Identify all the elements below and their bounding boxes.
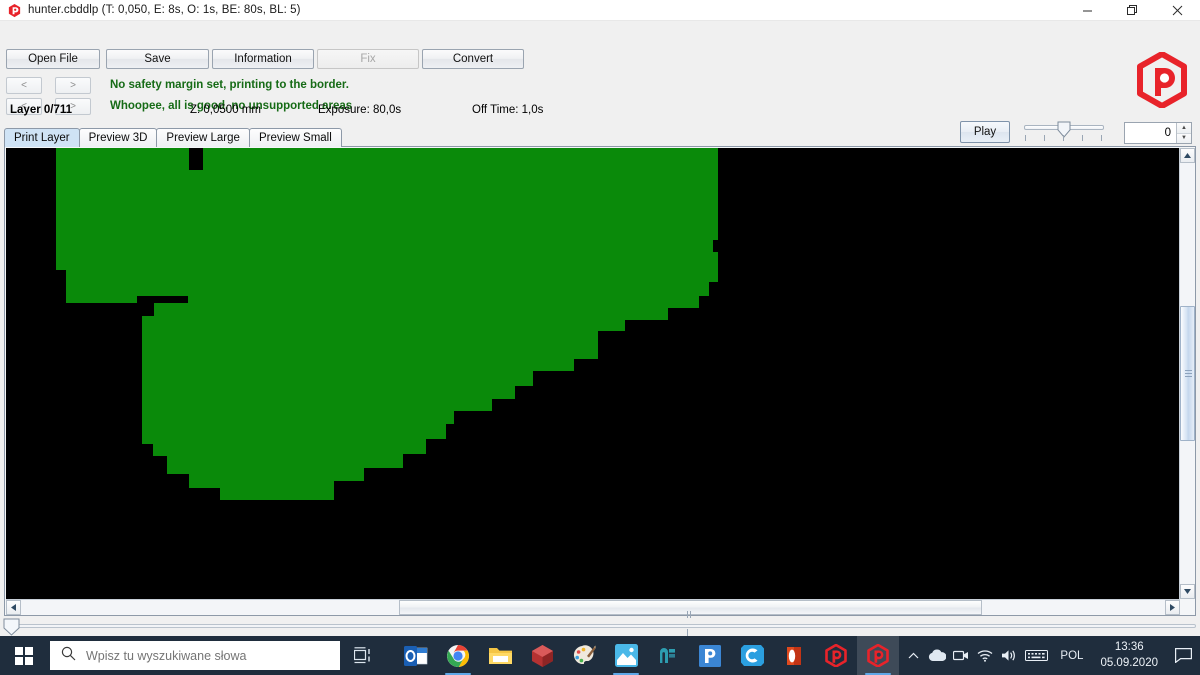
taskbar-app-prusaslicer[interactable] — [689, 636, 731, 675]
layer-scrub-rail — [10, 624, 1196, 628]
wifi-icon[interactable] — [973, 636, 997, 675]
fix-button: Fix — [317, 49, 419, 69]
prev-issue-button[interactable]: < — [6, 77, 42, 94]
zoom-slider-ticks — [1024, 135, 1104, 141]
zoom-slider[interactable] — [1024, 121, 1104, 147]
z-height-label: Z: 0,0500 mm — [190, 104, 261, 116]
task-view-button[interactable] — [340, 636, 386, 675]
taskbar-app-photos[interactable] — [605, 636, 647, 675]
search-icon — [61, 646, 76, 666]
layer-index-label: Layer 0/711 — [10, 104, 73, 116]
clock-time: 13:36 — [1114, 640, 1144, 653]
close-button[interactable] — [1155, 0, 1200, 21]
action-center-icon[interactable] — [1166, 636, 1200, 675]
app-icon — [6, 2, 22, 18]
layer-slice-image — [6, 148, 1180, 599]
off-time-label: Off Time: 1,0s — [472, 104, 544, 116]
taskbar-apps — [395, 636, 899, 675]
layer-canvas[interactable] — [6, 148, 1180, 599]
layer-viewport[interactable] — [4, 146, 1196, 636]
taskbar-app-3d-builder[interactable] — [521, 636, 563, 675]
taskbar-app-uvtools-active[interactable] — [857, 636, 899, 675]
save-button[interactable]: Save — [106, 49, 209, 69]
search-input[interactable] — [86, 648, 316, 663]
layer-scrub-thumb[interactable] — [3, 618, 20, 636]
vertical-scroll-thumb[interactable] — [1180, 306, 1195, 442]
taskbar-app-paint-3d[interactable] — [563, 636, 605, 675]
horizontal-scroll-grip — [687, 605, 694, 636]
exposure-label: Exposure: 80,0s — [318, 104, 402, 116]
windows-taskbar: POL 13:36 05.09.2020 — [0, 636, 1200, 675]
system-tray: POL 13:36 05.09.2020 — [901, 636, 1200, 675]
taskbar-app-nanodlp[interactable] — [647, 636, 689, 675]
layer-scrub-slider[interactable] — [2, 618, 1198, 636]
tab-preview-3d[interactable]: Preview 3D — [78, 128, 158, 147]
show-hidden-icons-button[interactable] — [901, 636, 925, 675]
spinner-arrows: ▲ ▼ — [1176, 123, 1191, 143]
language-indicator[interactable]: POL — [1051, 636, 1092, 675]
layer-info-bar: Layer 0/711 Z: 0,0500 mm Exposure: 80,0s… — [0, 104, 1200, 124]
spinner-up-button[interactable]: ▲ — [1177, 123, 1191, 134]
open-file-button[interactable]: Open File — [6, 49, 100, 69]
information-button[interactable]: Information — [212, 49, 314, 69]
taskbar-search[interactable] — [50, 641, 340, 670]
play-button[interactable]: Play — [960, 121, 1010, 143]
horizontal-scrollbar[interactable] — [6, 599, 1180, 636]
taskbar-app-chitubox[interactable] — [731, 636, 773, 675]
clock[interactable]: 13:36 05.09.2020 — [1092, 636, 1166, 675]
keyboard-icon[interactable] — [1021, 636, 1051, 675]
taskbar-app-chrome[interactable] — [437, 636, 479, 675]
minimize-button[interactable] — [1065, 0, 1110, 21]
vertical-scroll-grip — [1185, 369, 1192, 378]
tab-preview-large[interactable]: Preview Large — [156, 128, 250, 147]
maximize-restore-button[interactable] — [1110, 0, 1155, 21]
taskbar-app-lychee-slicer[interactable] — [773, 636, 815, 675]
vertical-scrollbar[interactable] — [1179, 148, 1195, 599]
scroll-down-button[interactable] — [1180, 584, 1195, 599]
taskbar-app-outlook[interactable] — [395, 636, 437, 675]
spinner-down-button[interactable]: ▼ — [1177, 133, 1191, 143]
window-title: hunter.cbddlp (T: 0,050, E: 8s, O: 1s, B… — [28, 4, 301, 16]
title-bar: hunter.cbddlp (T: 0,050, E: 8s, O: 1s, B… — [0, 0, 1200, 21]
preview-tabs: Print Layer Preview 3D Preview Large Pre… — [4, 128, 342, 147]
volume-icon[interactable] — [997, 636, 1021, 675]
onedrive-icon[interactable] — [925, 636, 949, 675]
tab-preview-small[interactable]: Preview Small — [248, 128, 342, 147]
device-icon[interactable] — [949, 636, 973, 675]
horizontal-scroll-thumb[interactable] — [398, 600, 982, 636]
clock-date: 05.09.2020 — [1100, 656, 1158, 669]
tab-print-layer[interactable]: Print Layer — [4, 128, 80, 147]
taskbar-app-uvtools[interactable] — [815, 636, 857, 675]
uvtools-window: hunter.cbddlp (T: 0,050, E: 8s, O: 1s, B… — [0, 0, 1200, 675]
uvtools-logo — [1136, 51, 1188, 109]
scroll-up-button[interactable] — [1180, 148, 1195, 163]
convert-button[interactable]: Convert — [422, 49, 524, 69]
safety-margin-status: No safety margin set, printing to the bo… — [110, 79, 349, 91]
scroll-right-button[interactable] — [1165, 600, 1180, 615]
start-button[interactable] — [0, 636, 48, 675]
window-controls — [1065, 0, 1200, 21]
next-issue-button[interactable]: > — [55, 77, 91, 94]
scroll-left-button[interactable] — [6, 600, 21, 615]
layer-number-spinner[interactable]: 0 ▲ ▼ — [1124, 122, 1192, 144]
layer-number-value[interactable]: 0 — [1125, 123, 1176, 143]
taskbar-app-file-explorer[interactable] — [479, 636, 521, 675]
